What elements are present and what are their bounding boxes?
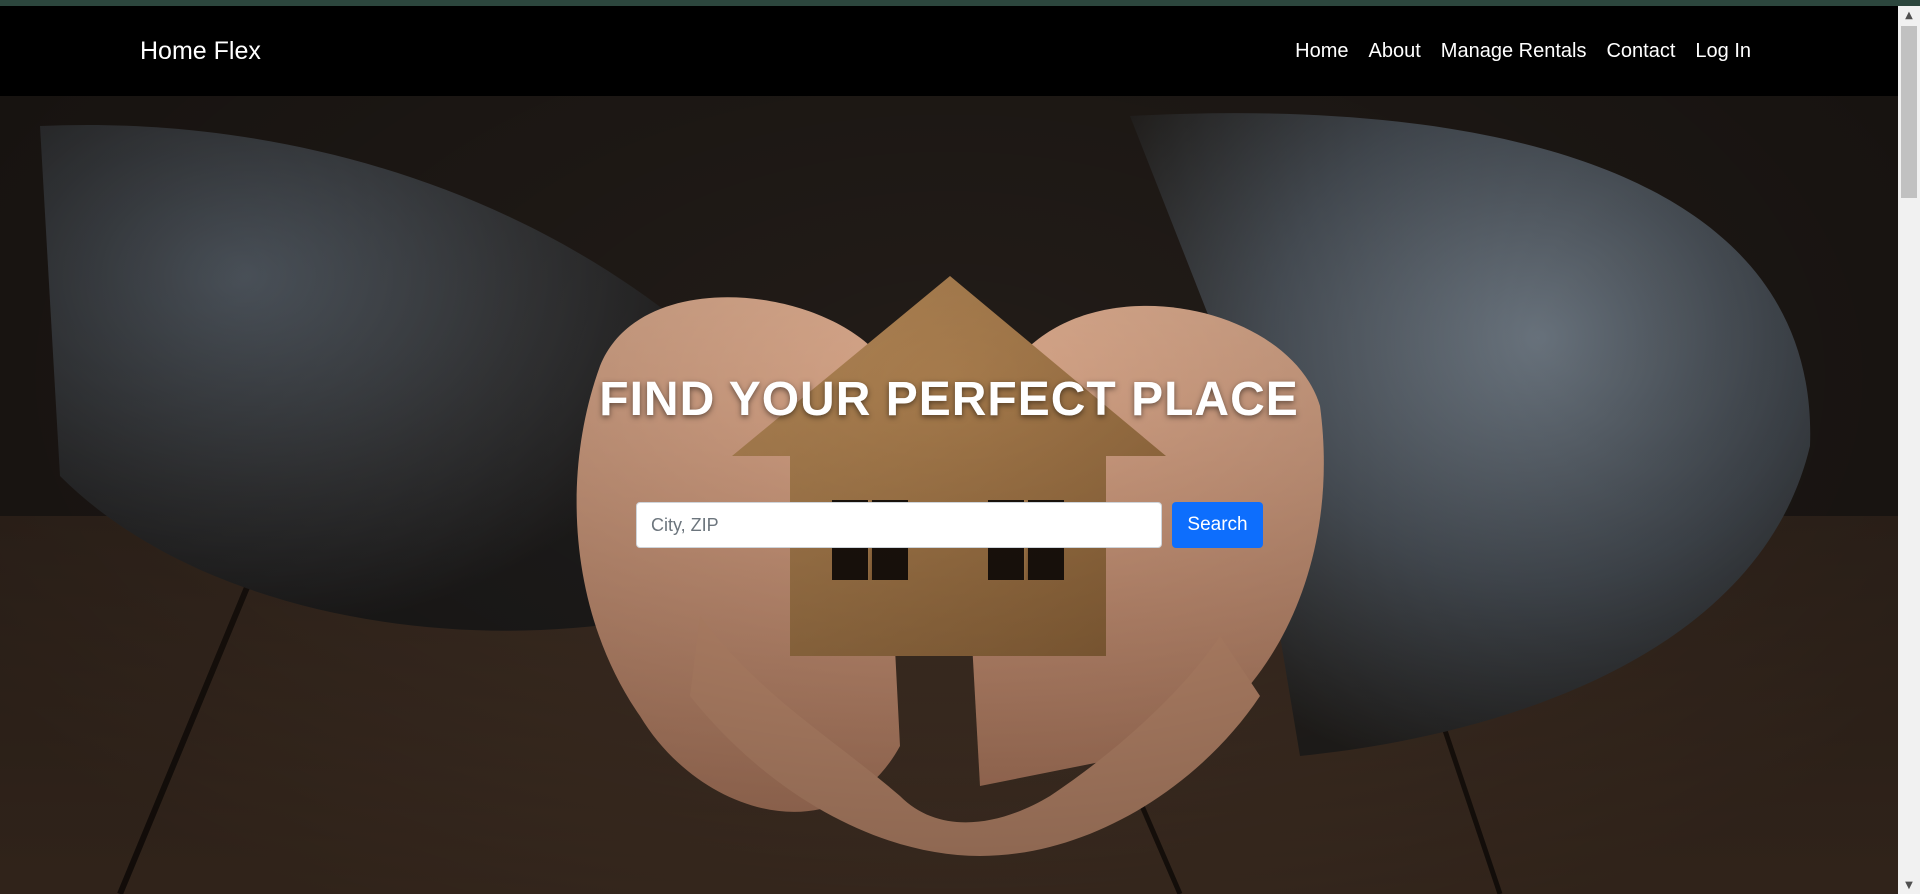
scrollbar-thumb[interactable] [1901, 26, 1917, 198]
nav-link-home[interactable]: Home [1295, 40, 1348, 63]
chevron-down-icon[interactable]: ▼ [1898, 876, 1920, 894]
nav-link-log-in[interactable]: Log In [1695, 40, 1751, 63]
nav-links: Home About Manage Rentals Contact Log In [1295, 40, 1751, 63]
chevron-up-icon[interactable]: ▲ [1898, 6, 1920, 24]
navbar: Home Flex Home About Manage Rentals Cont… [0, 6, 1898, 96]
search-form: Search [636, 502, 1263, 548]
search-button[interactable]: Search [1172, 502, 1263, 548]
hero-section: FIND YOUR PERFECT PLACE Search [0, 96, 1898, 894]
search-input[interactable] [636, 502, 1162, 548]
nav-link-contact[interactable]: Contact [1606, 40, 1675, 63]
hero-overlay [0, 96, 1898, 894]
brand-link[interactable]: Home Flex [140, 37, 261, 66]
page-viewport: Home Flex Home About Manage Rentals Cont… [0, 6, 1898, 894]
vertical-scrollbar[interactable]: ▲ ▼ [1898, 6, 1920, 894]
nav-link-about[interactable]: About [1369, 40, 1421, 63]
nav-link-manage-rentals[interactable]: Manage Rentals [1441, 40, 1587, 63]
hero-title: FIND YOUR PERFECT PLACE [599, 373, 1299, 426]
